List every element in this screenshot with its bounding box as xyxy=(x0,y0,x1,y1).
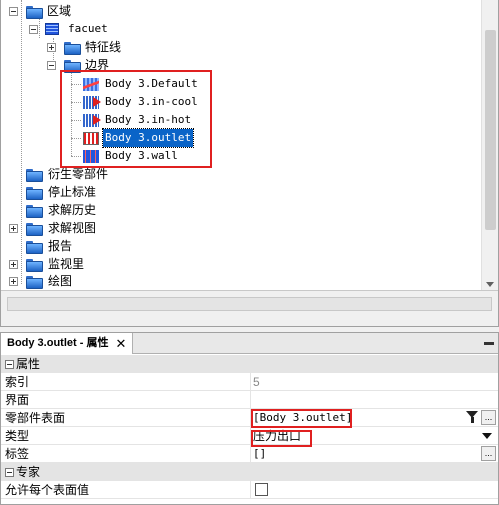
folder-icon xyxy=(64,60,81,73)
tree-horizontal-scrollbar[interactable] xyxy=(7,297,492,311)
tree-node-label: Body 3.in-hot xyxy=(105,113,192,126)
tree-node-monitors[interactable]: 监视里 xyxy=(1,255,201,273)
scroll-down-arrow-icon[interactable] xyxy=(486,282,494,287)
tree-node-boundaries[interactable]: 边界 xyxy=(1,56,201,74)
category-label: 专家 xyxy=(16,465,41,479)
category-expert[interactable]: 专家 xyxy=(1,463,498,481)
inlet-arrow-icon xyxy=(83,96,101,109)
region-icon xyxy=(45,23,59,35)
property-row-type[interactable]: 类型 压力出口 xyxy=(1,427,498,445)
folder-icon xyxy=(26,223,43,236)
property-label-tags: 标签 xyxy=(5,447,30,461)
property-value-type[interactable]: 压力出口 xyxy=(253,427,301,445)
tree-node-facuet[interactable]: facuet xyxy=(1,20,201,38)
folder-icon xyxy=(26,187,43,200)
properties-tab[interactable]: Body 3.outlet - 属性 ✕ xyxy=(1,333,134,354)
wall-icon xyxy=(83,150,99,163)
collapse-icon[interactable] xyxy=(47,61,56,70)
tree-node-solution-views[interactable]: 求解视图 xyxy=(1,219,201,237)
tree-node-label: 绘图 xyxy=(48,274,73,288)
folder-icon xyxy=(26,276,43,289)
property-label-interface: 界面 xyxy=(5,393,30,407)
tree-node-boundary-in-hot[interactable]: Body 3.in-hot xyxy=(1,111,211,129)
tree-node-boundary-in-cool[interactable]: Body 3.in-cool xyxy=(1,93,211,111)
property-row-index: 索引 5 xyxy=(1,373,498,391)
folder-icon xyxy=(26,205,43,218)
tree-node-label: facuet xyxy=(68,22,108,35)
collapse-icon[interactable] xyxy=(5,468,14,477)
tree-node-label: 监视里 xyxy=(48,257,85,271)
edit-tags-button[interactable]: ... xyxy=(481,446,496,461)
tree-vertical-scrollbar[interactable] xyxy=(481,0,498,290)
properties-tab-title: Body 3.outlet - 属性 xyxy=(7,337,109,349)
properties-tabbar: Body 3.outlet - 属性 ✕ xyxy=(1,333,498,354)
tree-node-label: 衍生零部件 xyxy=(48,167,109,181)
property-row-allow-per-surface[interactable]: 允许每个表面值 xyxy=(1,481,498,499)
tree-node-boundary-outlet[interactable]: Body 3.outlet xyxy=(1,128,211,148)
close-icon[interactable]: ✕ xyxy=(116,333,127,354)
outlet-icon xyxy=(83,132,99,145)
tree-node-label: 特征线 xyxy=(85,40,122,54)
tree-node-label: 区域 xyxy=(47,4,72,18)
tree-node-label: 边界 xyxy=(85,58,110,72)
tree-node-label: Body 3.wall xyxy=(105,149,178,162)
expand-icon[interactable] xyxy=(9,260,18,269)
allow-per-surface-checkbox[interactable] xyxy=(255,483,268,496)
tree-node-solution-history[interactable]: 求解历史 xyxy=(1,201,201,219)
tree-node-feature-lines[interactable]: 特征线 xyxy=(1,38,201,56)
property-row-tags[interactable]: 标签 [] ... xyxy=(1,445,498,463)
category-label: 属性 xyxy=(16,357,41,371)
tree-node-plots[interactable]: 绘图 xyxy=(1,272,201,290)
property-label-index: 索引 xyxy=(5,375,30,389)
edit-part-surfaces-button[interactable]: ... xyxy=(481,410,496,425)
folder-icon xyxy=(64,42,81,55)
expand-icon[interactable] xyxy=(9,224,18,233)
expand-icon[interactable] xyxy=(9,277,18,286)
filter-icon[interactable] xyxy=(466,411,478,423)
scrollbar-thumb[interactable] xyxy=(485,30,496,230)
property-row-part-surfaces[interactable]: 零部件表面 [Body 3.outlet] ... xyxy=(1,409,498,427)
tree-horizontal-bar xyxy=(1,290,498,326)
tree-node-stopping-criteria[interactable]: 停止标准 xyxy=(1,183,201,201)
chevron-down-icon[interactable] xyxy=(482,433,492,439)
simulation-tree[interactable]: 区域 facuet 特征线 边界 Body 3.Default Body 3.i… xyxy=(0,0,499,327)
property-value-part-surfaces[interactable]: [Body 3.outlet] xyxy=(253,409,352,427)
minimize-icon[interactable] xyxy=(484,342,494,345)
folder-icon xyxy=(26,169,43,182)
folder-icon xyxy=(26,241,43,254)
inlet-arrow-icon xyxy=(83,114,101,127)
folder-icon xyxy=(26,6,43,19)
tree-node-derived-parts[interactable]: 衍生零部件 xyxy=(1,165,201,183)
properties-panel: Body 3.outlet - 属性 ✕ 属性 索引 5 界面 零部件表面 [B… xyxy=(0,332,499,505)
collapse-icon[interactable] xyxy=(29,25,38,34)
collapse-icon[interactable] xyxy=(5,360,14,369)
collapse-icon[interactable] xyxy=(9,7,18,16)
tree-node-label: 停止标准 xyxy=(48,185,97,199)
tree-node-regions[interactable]: 区域 xyxy=(1,2,201,20)
folder-icon xyxy=(26,259,43,272)
expand-icon[interactable] xyxy=(47,43,56,52)
tree-node-label: Body 3.in-cool xyxy=(105,95,198,108)
tree-node-label: 求解历史 xyxy=(48,203,97,217)
tree-node-boundary-default[interactable]: Body 3.Default xyxy=(1,75,211,93)
tree-node-reports[interactable]: 报告 xyxy=(1,237,201,255)
property-label-allow-per-surface: 允许每个表面值 xyxy=(5,483,90,497)
tree-node-label: 报告 xyxy=(48,239,73,253)
tree-node-label: 求解视图 xyxy=(48,221,97,235)
property-value-index: 5 xyxy=(253,375,260,389)
wave-surface-icon xyxy=(83,78,99,91)
property-label-type: 类型 xyxy=(5,429,30,443)
tree-node-label: Body 3.Default xyxy=(105,77,198,90)
property-value-tags[interactable]: [] xyxy=(253,445,266,463)
property-row-interface: 界面 xyxy=(1,391,498,409)
tree-node-label-selected: Body 3.outlet xyxy=(101,128,195,148)
category-attributes[interactable]: 属性 xyxy=(1,355,498,373)
tree-node-boundary-wall[interactable]: Body 3.wall xyxy=(1,147,211,165)
property-label-part-surfaces: 零部件表面 xyxy=(5,411,66,425)
